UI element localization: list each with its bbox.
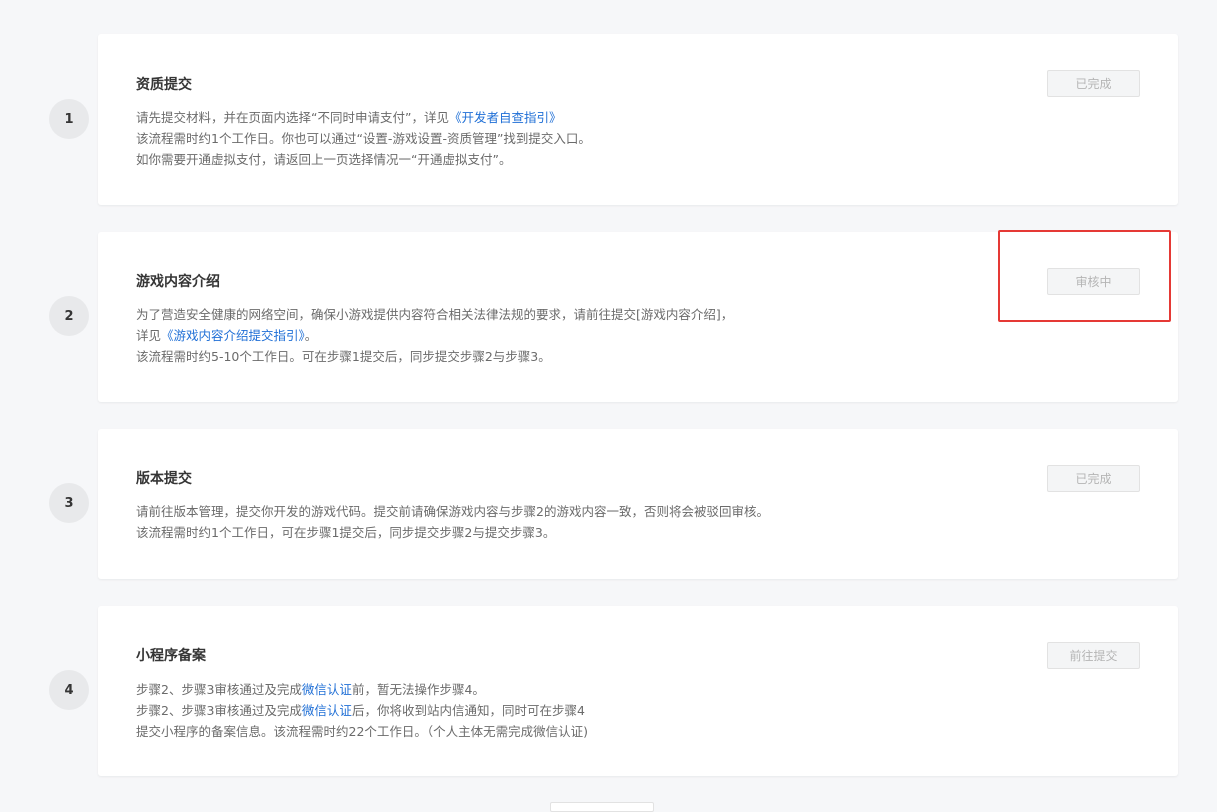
step-description: 为了营造安全健康的网络空间，确保小游戏提供内容符合相关法律法规的要求，请前往提交…	[136, 304, 733, 367]
bottom-button-partial[interactable]	[550, 802, 654, 812]
highlight-annotation	[998, 230, 1171, 322]
go-submit-button[interactable]: 前往提交	[1047, 642, 1140, 669]
step-description: 步骤2、步骤3审核通过及完成微信认证前，暂无法操作步骤4。 步骤2、步骤3审核通…	[136, 679, 588, 742]
description-line: 详见《游戏内容介绍提交指引》。	[136, 328, 318, 343]
description-line: 步骤2、步骤3审核通过及完成微信认证后，你将收到站内信通知，同时可在步骤4	[136, 703, 585, 718]
step-card-4: 小程序备案 步骤2、步骤3审核通过及完成微信认证前，暂无法操作步骤4。 步骤2、…	[98, 606, 1178, 776]
description-line: 请前往版本管理，提交你开发的游戏代码。提交前请确保游戏内容与步骤2的游戏内容一致…	[136, 504, 769, 519]
description-line: 为了营造安全健康的网络空间，确保小游戏提供内容符合相关法律法规的要求，请前往提交…	[136, 307, 734, 322]
description-line: 步骤2、步骤3审核通过及完成微信认证前，暂无法操作步骤4。	[136, 682, 485, 697]
description-line: 如你需要开通虚拟支付，请返回上一页选择情况一“开通虚拟支付”。	[136, 152, 512, 167]
description-line: 提交小程序的备案信息。该流程需时约22个工作日。（个人主体无需完成微信认证)	[136, 724, 589, 739]
step-number-badge: 2	[49, 296, 89, 336]
step-number-badge: 1	[49, 99, 89, 139]
developer-guide-link[interactable]: 《开发者自查指引》	[449, 110, 562, 125]
step-card-3: 版本提交 请前往版本管理，提交你开发的游戏代码。提交前请确保游戏内容与步骤2的游…	[98, 429, 1178, 579]
description-line: 请先提交材料，并在页面内选择“不同时申请支付”，详见《开发者自查指引》	[136, 110, 562, 125]
step-title: 资质提交	[136, 77, 192, 93]
wechat-verification-link[interactable]: 微信认证	[302, 703, 352, 718]
completed-button[interactable]: 已完成	[1047, 70, 1140, 97]
step-title: 游戏内容介绍	[136, 274, 220, 290]
step-title: 小程序备案	[136, 648, 206, 664]
description-line: 该流程需时约5-10个工作日。可在步骤1提交后，同步提交步骤2与步骤3。	[136, 349, 551, 364]
wechat-verification-link[interactable]: 微信认证	[302, 682, 352, 697]
step-title: 版本提交	[136, 471, 192, 487]
description-line: 该流程需时约1个工作日。你也可以通过“设置-游戏设置-资质管理”找到提交入口。	[136, 131, 591, 146]
content-intro-guide-link[interactable]: 《游戏内容介绍提交指引》	[161, 328, 305, 343]
completed-button[interactable]: 已完成	[1047, 465, 1140, 492]
step-description: 请先提交材料，并在页面内选择“不同时申请支付”，详见《开发者自查指引》 该流程需…	[136, 107, 591, 170]
step-number-badge: 3	[49, 483, 89, 523]
step-number-badge: 4	[49, 670, 89, 710]
step-card-1: 资质提交 请先提交材料，并在页面内选择“不同时申请支付”，详见《开发者自查指引》…	[98, 34, 1178, 205]
description-line: 该流程需时约1个工作日，可在步骤1提交后，同步提交步骤2与提交步骤3。	[136, 525, 556, 540]
step-description: 请前往版本管理，提交你开发的游戏代码。提交前请确保游戏内容与步骤2的游戏内容一致…	[136, 501, 769, 543]
